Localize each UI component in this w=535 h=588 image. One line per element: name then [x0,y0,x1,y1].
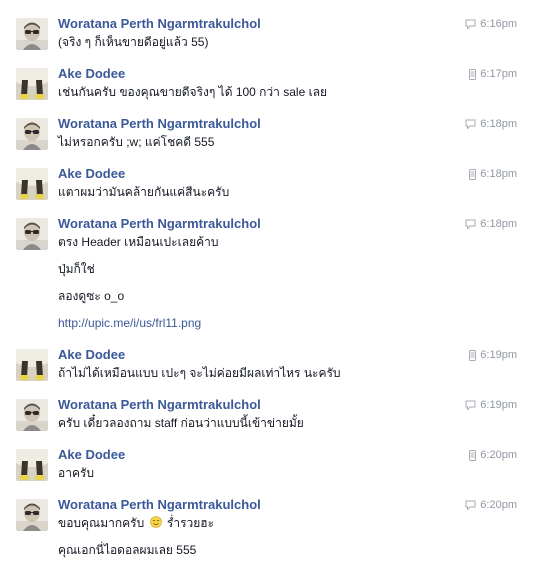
sender-name-link[interactable]: Ake Dodee [58,66,125,82]
message-text-span: (จริง ๆ ก็เห็นขายดีอยู่แล้ว 55) [58,35,209,49]
message-text: ไม่หรอกครับ ;w; แค่โชคดี 555 [58,134,214,150]
sender-name-link[interactable]: Ake Dodee [58,447,125,463]
avatar[interactable] [16,399,48,431]
avatar[interactable] [16,499,48,531]
sender-name-link[interactable]: Woratana Perth Ngarmtrakulchol [58,116,261,132]
timestamp: 6:17pm [480,68,517,80]
timestamp: 6:18pm [480,168,517,180]
message-text: (จริง ๆ ก็เห็นขายดีอยู่แล้ว 55) [58,34,208,50]
timestamp: 6:18pm [480,218,517,230]
message-text: คุณเอกนี่ไอดอลผมเลย 555 [58,542,196,558]
message-text-span: ครับ เดี๋ยวลองถาม staff ก่อนว่าแบบนี้เข้… [58,416,304,430]
sender-name-link[interactable]: Woratana Perth Ngarmtrakulchol [58,16,261,32]
avatar[interactable] [16,218,48,250]
message-text-span: อาครับ [58,466,95,480]
message-text-span: แตาผมว่ามันคล้ายกันแค่สีนะครับ [58,185,230,199]
message-text-span: http://upic.me/i/us/frl11.png [58,316,202,330]
message-text-span: คุณเอกนี่ไอดอลผมเลย 555 [58,543,197,557]
message-text-span: ลองดูซะ o_o [58,289,125,303]
sender-name-link[interactable]: Ake Dodee [58,347,125,363]
message-text: ถ้าไม่ได้เหมือนแบบ เปะๆ จะไม่ค่อยมีผลเท่… [58,365,341,381]
message-meta: 6:18pm [465,217,517,231]
message-meta: 6:18pm [469,167,517,181]
timestamp: 6:19pm [480,399,517,411]
message-meta: 6:19pm [465,398,517,412]
timestamp: 6:18pm [480,118,517,130]
chat-bubble-icon [465,118,480,130]
message-text: แตาผมว่ามันคล้ายกันแค่สีนะครับ [58,184,229,200]
sender-name-link[interactable]: Ake Dodee [58,166,125,182]
message-text: ตรง Header เหมือนเปะเลยค้าบ [58,234,219,250]
message-link[interactable]: http://upic.me/i/us/frl11.png [58,315,201,331]
message-meta: 6:20pm [469,448,517,462]
message-text: ครับ เดี๋ยวลองถาม staff ก่อนว่าแบบนี้เข้… [58,415,304,431]
message-text: อาครับ [58,465,94,481]
message-text: ขอบคุณมากครับ ร่ำรวยฮะ [58,515,214,531]
message-meta: 6:19pm [469,348,517,362]
timestamp: 6:19pm [480,349,517,361]
message-text-span: เช่นกันครับ ของคุณขายดีจริงๆ ได้ 100 กว่… [58,85,328,99]
avatar[interactable] [16,168,48,200]
message-text-span: ขอบคุณมากครับ [58,516,145,530]
chat-bubble-icon [465,399,480,411]
chat-bubble-icon [465,499,480,511]
message-meta: 6:20pm [465,498,517,512]
message-text: เช่นกันครับ ของคุณขายดีจริงๆ ได้ 100 กว่… [58,84,327,100]
message-text-span: ร่ำรวยฮะ [166,516,215,530]
avatar[interactable] [16,118,48,150]
avatar[interactable] [16,449,48,481]
timestamp: 6:16pm [480,18,517,30]
avatar[interactable] [16,349,48,381]
message-text: ปุ่มก็ใช่ [58,261,95,277]
chat-bubble-icon [465,218,480,230]
chat-bubble-icon [465,18,480,30]
message-text-span: ปุ่มก็ใช่ [58,262,95,276]
message-meta: 6:17pm [469,67,517,81]
mobile-phone-icon [469,449,480,461]
message-text: ลองดูซะ o_o [58,288,124,304]
mobile-phone-icon [469,168,480,180]
timestamp: 6:20pm [480,449,517,461]
message-text-span: ถ้าไม่ได้เหมือนแบบ เปะๆ จะไม่ค่อยมีผลเท่… [58,366,341,380]
message-text-span: ไม่หรอกครับ ;w; แค่โชคดี 555 [58,135,215,149]
message-text-span: ตรง Header เหมือนเปะเลยค้าบ [58,235,219,249]
smile-emoji-icon [144,516,167,530]
avatar[interactable] [16,68,48,100]
sender-name-link[interactable]: Woratana Perth Ngarmtrakulchol [58,397,261,413]
timestamp: 6:20pm [480,499,517,511]
sender-name-link[interactable]: Woratana Perth Ngarmtrakulchol [58,497,261,513]
mobile-phone-icon [469,349,480,361]
avatar[interactable] [16,18,48,50]
message-meta: 6:18pm [465,117,517,131]
sender-name-link[interactable]: Woratana Perth Ngarmtrakulchol [58,216,261,232]
message-meta: 6:16pm [465,17,517,31]
mobile-phone-icon [469,68,480,80]
